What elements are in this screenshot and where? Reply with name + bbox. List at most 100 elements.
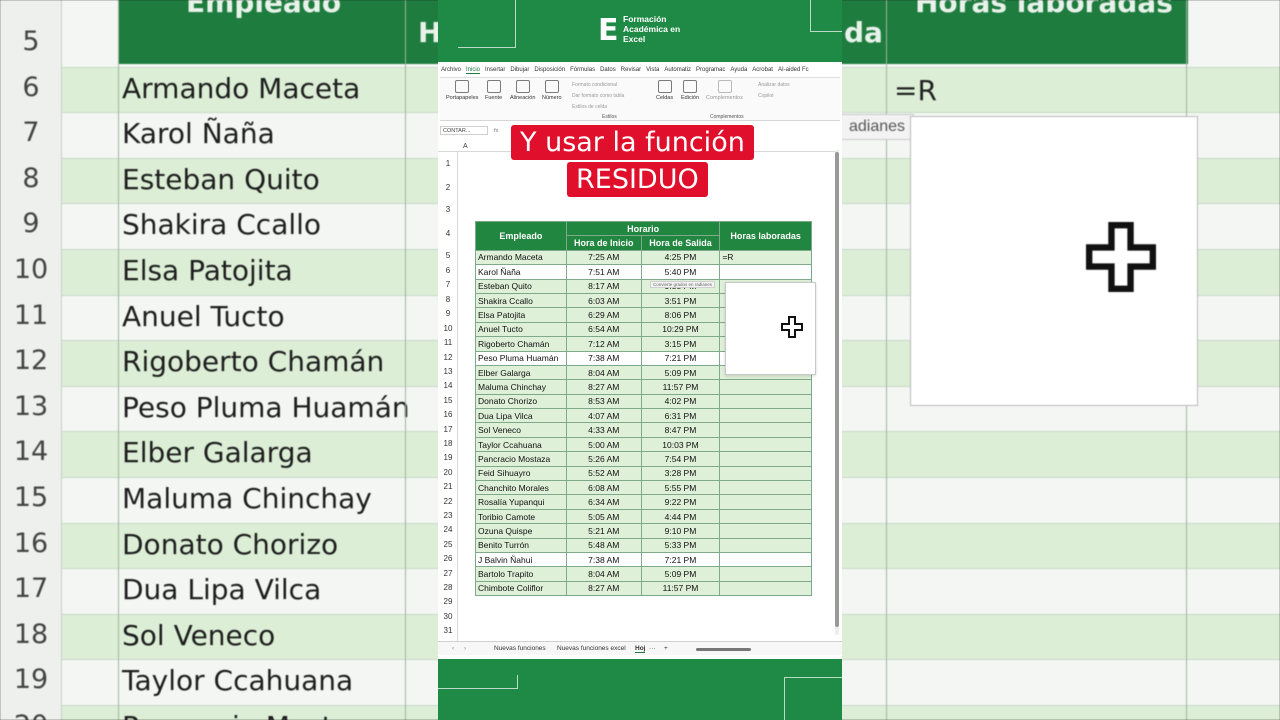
- cell-end-time[interactable]: 5:33 PM: [640, 537, 721, 553]
- row-number[interactable]: 4: [438, 229, 458, 238]
- row-number[interactable]: 8: [438, 295, 458, 304]
- row-number[interactable]: 11: [438, 338, 458, 347]
- ribbon-tab[interactable]: Revisar: [621, 67, 641, 73]
- row-number[interactable]: 7: [438, 280, 458, 289]
- ribbon-group-numero[interactable]: Número: [542, 80, 562, 101]
- cell-start-time[interactable]: 6:03 AM: [565, 292, 642, 309]
- cell-end-time[interactable]: 10:03 PM: [640, 436, 721, 453]
- cell-start-time[interactable]: 5:00 AM: [565, 436, 642, 453]
- cell-employee[interactable]: Pancracio Mostaza: [475, 451, 567, 467]
- row-number[interactable]: 16: [438, 410, 458, 419]
- ribbon-tab[interactable]: Disposición: [534, 67, 565, 73]
- ribbon-group-edicion[interactable]: Edición: [681, 80, 699, 101]
- cell-employee[interactable]: Feid Sihuayro: [475, 465, 567, 482]
- cell-end-time[interactable]: 5:40 PM: [640, 264, 721, 280]
- row-number[interactable]: 29: [438, 597, 458, 606]
- cell-employee[interactable]: Toribio Camote: [475, 508, 567, 525]
- cell-end-time[interactable]: 7:21 PM: [640, 350, 721, 366]
- cell-employee[interactable]: Armando Maceta: [475, 249, 567, 266]
- cell-start-time[interactable]: 8:04 AM: [565, 364, 642, 381]
- cell-employee[interactable]: Shakira Ccallo: [475, 292, 567, 309]
- cell-start-time[interactable]: 4:07 AM: [565, 408, 642, 424]
- cell-employee[interactable]: Donato Chorizo: [475, 393, 567, 410]
- ribbon-tab[interactable]: Insertar: [485, 67, 505, 73]
- row-number[interactable]: 13: [438, 367, 458, 376]
- cell-employee[interactable]: Dua Lipa Vilca: [475, 408, 567, 424]
- cell-employee[interactable]: Anuel Tucto: [475, 321, 567, 338]
- ribbon-tab[interactable]: Dibujar: [510, 67, 529, 73]
- ribbon-group-celdas[interactable]: Celdas: [656, 80, 673, 101]
- row-number[interactable]: 27: [438, 569, 458, 578]
- cell-hours[interactable]: [719, 523, 812, 539]
- cell-employee[interactable]: Elsa Patojita: [475, 307, 567, 323]
- cell-end-time[interactable]: 7:21 PM: [640, 551, 721, 568]
- cell-start-time[interactable]: 8:04 AM: [565, 566, 642, 582]
- cell-end-time[interactable]: 8:06 PM: [640, 307, 721, 323]
- cell-end-time[interactable]: 9:10 PM: [640, 523, 721, 539]
- cell-employee[interactable]: Chimbote Coliflor: [475, 580, 567, 597]
- ribbon-tab[interactable]: Automatiz: [664, 67, 691, 73]
- cell-hours[interactable]: [719, 451, 812, 467]
- analyze-data-button[interactable]: Analizar datos: [758, 82, 790, 88]
- vertical-scroll-thumb[interactable]: [835, 152, 839, 627]
- copilot-button[interactable]: Copilot: [758, 93, 774, 99]
- cell-employee[interactable]: Bartolo Trapito: [475, 566, 567, 582]
- ribbon-tab[interactable]: Inicio: [466, 67, 481, 74]
- row-number[interactable]: 6: [438, 266, 458, 275]
- row-number[interactable]: 19: [438, 453, 458, 462]
- cell-employee[interactable]: Chanchito Morales: [475, 480, 567, 496]
- row-number[interactable]: 20: [438, 468, 458, 477]
- cell-end-time[interactable]: 9:22 PM: [640, 494, 721, 510]
- cell-end-time[interactable]: 5:09 PM: [640, 566, 721, 582]
- ribbon-group-portapapeles[interactable]: Portapapeles: [446, 80, 478, 101]
- ribbon-group-complementos[interactable]: Complementos: [706, 80, 743, 101]
- ribbon-tab[interactable]: AI-aided Fc: [778, 67, 809, 73]
- cell-start-time[interactable]: 8:17 AM: [565, 278, 642, 294]
- ribbon-tab[interactable]: Ayuda: [730, 67, 747, 73]
- cell-employee[interactable]: Elber Galarga: [475, 364, 567, 381]
- ribbon-group-fuente[interactable]: Fuente: [485, 80, 502, 101]
- row-number[interactable]: 2: [438, 183, 458, 192]
- sheet-tab-active[interactable]: Hoj: [635, 645, 646, 653]
- cell-employee[interactable]: Rigoberto Chamán: [475, 336, 567, 352]
- cell-hours[interactable]: [719, 436, 812, 453]
- cell-employee[interactable]: Sol Veneco: [475, 422, 567, 438]
- cell-employee[interactable]: Peso Pluma Huamán: [475, 350, 567, 366]
- row-number[interactable]: 17: [438, 425, 458, 434]
- cell-employee[interactable]: Maluma Chinchay: [475, 379, 567, 395]
- cell-start-time[interactable]: 6:34 AM: [565, 494, 642, 510]
- horizontal-scroll-thumb[interactable]: [696, 648, 751, 651]
- cell-hours[interactable]: [719, 508, 812, 525]
- row-number[interactable]: 22: [438, 497, 458, 506]
- vertical-scrollbar[interactable]: [835, 150, 839, 635]
- cell-employee[interactable]: Karol Ñaña: [475, 264, 567, 280]
- cell-hours[interactable]: [719, 566, 812, 582]
- ribbon-group-alineacion[interactable]: Alineación: [510, 80, 535, 101]
- cell-employee[interactable]: Taylor Ccahuana: [475, 436, 567, 453]
- row-number[interactable]: 18: [438, 439, 458, 448]
- row-number[interactable]: 31: [438, 626, 458, 635]
- styles-table[interactable]: Dar formato como tabla: [572, 93, 624, 99]
- cell-end-time[interactable]: 8:47 PM: [640, 422, 721, 438]
- cell-end-time[interactable]: 5:55 PM: [640, 480, 721, 496]
- row-number[interactable]: 12: [438, 353, 458, 362]
- cell-end-time[interactable]: 3:51 PM: [640, 292, 721, 309]
- row-number[interactable]: 24: [438, 525, 458, 534]
- cell-employee[interactable]: Rosalía Yupanqui: [475, 494, 567, 510]
- cell-end-time[interactable]: 4:25 PM: [640, 249, 721, 266]
- row-number[interactable]: 10: [438, 324, 458, 333]
- sheet-tab-1[interactable]: Nuevas funciones: [494, 645, 546, 652]
- cell-end-time[interactable]: 4:02 PM: [640, 393, 721, 410]
- cell-end-time[interactable]: 5:09 PM: [640, 364, 721, 381]
- cell-start-time[interactable]: 6:29 AM: [565, 307, 642, 323]
- row-number[interactable]: 21: [438, 482, 458, 491]
- row-number[interactable]: 28: [438, 583, 458, 592]
- cell-start-time[interactable]: 5:26 AM: [565, 451, 642, 467]
- ribbon-tab[interactable]: Vista: [646, 67, 659, 73]
- cell-start-time[interactable]: 8:27 AM: [565, 379, 642, 395]
- column-a-header[interactable]: A: [463, 143, 468, 150]
- cell-start-time[interactable]: 7:38 AM: [565, 551, 642, 568]
- cell-end-time[interactable]: 11:57 PM: [640, 580, 721, 597]
- cell-hours[interactable]: [719, 465, 812, 482]
- cell-start-time[interactable]: 8:53 AM: [565, 393, 642, 410]
